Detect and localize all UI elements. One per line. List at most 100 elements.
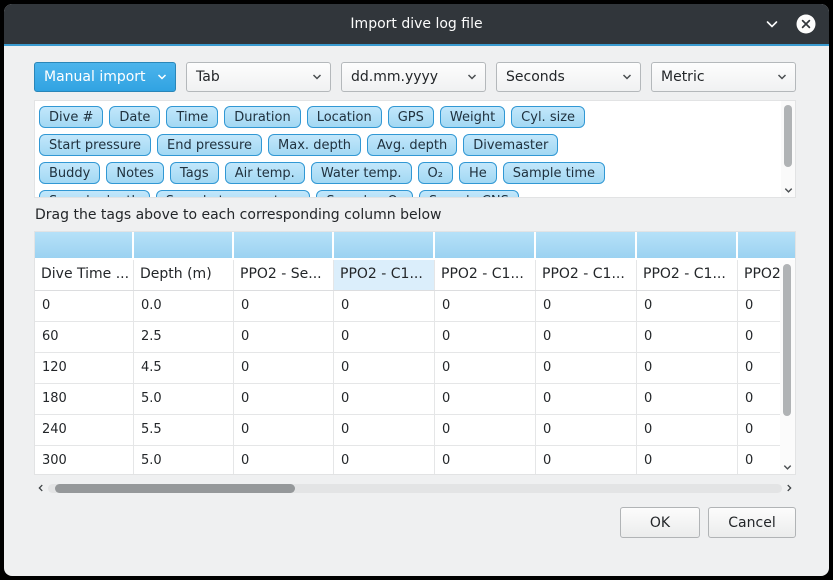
- column-drop-target[interactable]: [738, 232, 795, 258]
- horizontal-scrollbar-thumb[interactable]: [55, 484, 295, 493]
- options-row: Manual import Tab dd.mm.yyyy Seconds Metric: [34, 62, 796, 92]
- column-drop-target[interactable]: [234, 232, 334, 258]
- scroll-left-icon[interactable]: [34, 481, 48, 495]
- drag-tag[interactable]: Max. depth: [268, 134, 361, 156]
- drag-tag[interactable]: Sample pO₂: [316, 190, 413, 198]
- drag-tag[interactable]: Sample depth: [39, 190, 150, 198]
- drag-tag[interactable]: Start pressure: [39, 134, 151, 156]
- column-drop-target[interactable]: [134, 232, 234, 258]
- drag-tag[interactable]: Sample temperature: [156, 190, 311, 198]
- time-format-select[interactable]: Seconds: [496, 62, 641, 92]
- table-cell: 0: [637, 415, 738, 445]
- column-header: PPO2: [738, 260, 781, 290]
- combo-value: Seconds: [506, 69, 565, 85]
- drag-tag[interactable]: Sample time: [503, 162, 605, 184]
- column-header: PPO2 - C1...: [435, 260, 536, 290]
- column-drop-target[interactable]: [536, 232, 637, 258]
- drag-tag[interactable]: O₂: [418, 162, 453, 184]
- table-cell: 0: [536, 353, 637, 383]
- column-header: Depth (m): [134, 260, 234, 290]
- drag-tag[interactable]: Location: [307, 106, 382, 128]
- drag-tag[interactable]: Duration: [224, 106, 300, 128]
- tags-list: Dive # Date Time Duration Location GPS Weight C…: [35, 106, 795, 198]
- horizontal-scrollbar-track[interactable]: [48, 484, 782, 493]
- column-header: PPO2 - Se...: [234, 260, 334, 290]
- drag-tag[interactable]: Sample CNS: [419, 190, 519, 198]
- combo-value: Tab: [196, 69, 220, 85]
- drag-tag[interactable]: Buddy: [39, 162, 100, 184]
- table-cell: 0: [637, 291, 738, 321]
- table-scrollbar[interactable]: [780, 260, 795, 474]
- drag-tag[interactable]: Air temp.: [225, 162, 305, 184]
- table-cell: 0.0: [134, 291, 234, 321]
- shade-window-icon[interactable]: [761, 13, 783, 35]
- table-cell: 0: [738, 384, 781, 414]
- table-cell: 5.0: [134, 446, 234, 475]
- tags-panel: Dive # Date Time Duration Location GPS Weight C…: [34, 100, 796, 198]
- drag-tag[interactable]: Weight: [440, 106, 505, 128]
- drag-tag[interactable]: Date: [109, 106, 160, 128]
- chevron-down-icon: [466, 71, 478, 83]
- table-row: 1204.5000000: [35, 353, 795, 384]
- column-drop-target[interactable]: [637, 232, 738, 258]
- drag-tag[interactable]: Water temp.: [311, 162, 412, 184]
- table-cell: 0: [738, 446, 781, 475]
- table-row: 00.0000000: [35, 291, 795, 322]
- column-drop-target[interactable]: [435, 232, 536, 258]
- window-title: Import dive log file: [4, 16, 829, 32]
- column-header: PPO2 - C1...: [637, 260, 738, 290]
- tag-row: Buddy Notes Tags Air temp. Water temp. O₂ He Sa…: [35, 162, 795, 184]
- drag-tag[interactable]: Notes: [106, 162, 164, 184]
- dialog-content: Manual importTabdd.mm.yyyySecondsMetric …: [4, 46, 829, 576]
- column-drop-target[interactable]: [334, 232, 435, 258]
- table-row: 2405.5000000: [35, 415, 795, 446]
- titlebar-buttons: [761, 4, 817, 44]
- drag-tag[interactable]: Avg. depth: [367, 134, 457, 156]
- tag-row: Start pressure End pressure Max. depth Avg.…: [35, 134, 795, 156]
- cancel-button[interactable]: Cancel: [708, 507, 796, 538]
- drag-tag[interactable]: He: [459, 162, 497, 184]
- table-cell: 120: [35, 353, 134, 383]
- tag-row: Sample depth Sample temperature Sample pO₂…: [35, 190, 795, 198]
- titlebar[interactable]: Import dive log file: [4, 4, 829, 46]
- table-cell: 60: [35, 322, 134, 352]
- field-separator-select[interactable]: Tab: [186, 62, 331, 92]
- table-cell: 0: [435, 384, 536, 414]
- drag-tag[interactable]: Time: [166, 106, 218, 128]
- table-cell: 0: [637, 353, 738, 383]
- horizontal-scrollbar[interactable]: [34, 481, 796, 495]
- scroll-down-icon[interactable]: [781, 185, 795, 196]
- drag-tag[interactable]: Divemaster: [463, 134, 558, 156]
- units-system-select[interactable]: Metric: [651, 62, 796, 92]
- table-cell: 0: [536, 384, 637, 414]
- close-icon[interactable]: [795, 13, 817, 35]
- column-drop-row: [35, 232, 795, 258]
- table-cell: 4.5: [134, 353, 234, 383]
- drag-tag[interactable]: GPS: [388, 106, 434, 128]
- date-format-select[interactable]: dd.mm.yyyy: [341, 62, 486, 92]
- drag-tag[interactable]: Tags: [170, 162, 219, 184]
- table-cell: 0: [435, 322, 536, 352]
- chevron-down-icon: [776, 71, 788, 83]
- table-cell: 0: [637, 322, 738, 352]
- window-frame: Import dive log file Manual import Tab dd.…: [0, 0, 833, 580]
- table-scrollbar-thumb[interactable]: [783, 264, 791, 416]
- tags-scrollbar[interactable]: [781, 101, 795, 197]
- tag-row: Dive # Date Time Duration Location GPS Weight C…: [35, 106, 795, 128]
- column-drop-target[interactable]: [35, 232, 134, 258]
- table-cell: 0: [435, 291, 536, 321]
- chevron-down-icon: [311, 71, 323, 83]
- table-cell: 180: [35, 384, 134, 414]
- drag-tag[interactable]: End pressure: [157, 134, 262, 156]
- tags-scrollbar-thumb[interactable]: [784, 105, 792, 167]
- table-cell: 0: [536, 322, 637, 352]
- ok-button[interactable]: OK: [620, 507, 700, 538]
- scroll-right-icon[interactable]: [782, 481, 796, 495]
- table-cell: 0: [738, 322, 781, 352]
- scroll-down-icon[interactable]: [780, 462, 795, 473]
- drag-tag[interactable]: Dive #: [39, 106, 103, 128]
- import-mode-select[interactable]: Manual import: [34, 62, 176, 92]
- drag-tag[interactable]: Cyl. size: [511, 106, 585, 128]
- table-cell: 0: [738, 291, 781, 321]
- table-cell: 0: [234, 384, 334, 414]
